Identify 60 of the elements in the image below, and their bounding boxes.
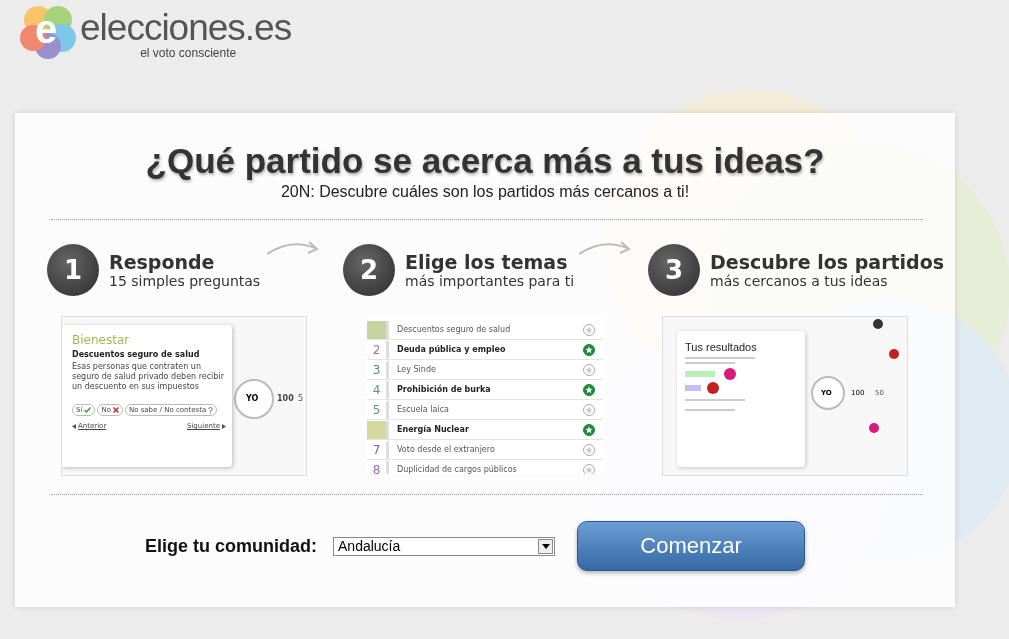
topic-number: 4 [367, 380, 389, 399]
start-button[interactable]: Comenzar [577, 521, 805, 571]
topic-label: Prohibición de burka [397, 385, 492, 394]
region-dropdown[interactable]: Andalucía [333, 536, 555, 556]
triangle-right-icon [222, 423, 226, 429]
site-tagline: el voto consciente [140, 46, 237, 60]
star-icon[interactable] [583, 383, 595, 396]
curved-arrow-icon [577, 238, 633, 258]
topic-label: Energía Nuclear [397, 425, 470, 434]
party-icon [889, 349, 899, 359]
question-title: Descuentos seguro de salud [72, 350, 201, 359]
step-subtitle: más cercanos a tus ideas [710, 273, 889, 289]
star-icon[interactable] [583, 323, 595, 336]
party-icon [873, 319, 883, 329]
party-icon [869, 423, 879, 433]
step-title: Descubre los partidos [710, 251, 945, 273]
logo-letter: e [35, 6, 58, 53]
topic-label: Duplicidad de cargos públicos [397, 465, 518, 474]
topic-number: 2 [367, 340, 389, 359]
category-title: Bienestar [72, 333, 131, 347]
page-title: ¿Qué partido se acerca más a tus ideas? [144, 141, 826, 181]
dial-label: YO [246, 394, 259, 403]
site-wordmark: elecciones.es [80, 10, 292, 46]
star-icon[interactable] [583, 443, 595, 456]
step-subtitle: más importantes para ti [405, 273, 575, 289]
star-icon[interactable] [583, 343, 595, 356]
step-number: 2 [343, 244, 395, 296]
step-subtitle: 15 simples preguntas [109, 273, 261, 289]
cross-icon [112, 407, 119, 413]
star-icon[interactable] [583, 403, 595, 416]
check-icon [84, 407, 92, 413]
dial-label: 5 [298, 394, 304, 403]
topic-label: Escuela laica [397, 405, 450, 414]
star-icon[interactable] [583, 363, 595, 376]
topic-number: 5 [367, 400, 389, 419]
topic-label: Descuentos seguro de salud [397, 325, 512, 334]
step-number: 1 [47, 244, 99, 296]
region-label: Elige tu comunidad: [145, 535, 317, 557]
caret-icon [538, 538, 553, 554]
dial-label: 100 [277, 394, 294, 403]
question-text: Esas personas que contraten un seguro de salud privado deben recibir un descuento en sus impuestos [72, 362, 225, 392]
step-number: 3 [648, 244, 700, 296]
topic-number: 3 [367, 360, 389, 379]
topic-label: Voto desde el extranjero [397, 445, 496, 454]
star-icon[interactable] [583, 463, 595, 474]
curved-arrow-icon [265, 238, 321, 258]
topic-label: Deuda pública y empleo [397, 345, 507, 354]
topic-number: 8 [367, 460, 389, 474]
results-title: Tus resultados [685, 341, 758, 353]
question-mark-icon [208, 406, 214, 414]
topic-label: Ley Sinde [397, 365, 437, 374]
star-icon[interactable] [583, 423, 595, 436]
dial-circle-drawing [234, 379, 274, 419]
logo-icon [20, 4, 76, 60]
triangle-left-icon [72, 423, 76, 429]
topic-number: 7 [367, 440, 389, 459]
step-title: Responde [109, 251, 216, 273]
dial-circle-drawing [811, 376, 845, 410]
page-subtitle: 20N: Descubre cuáles son los partidos más cercanos a ti! [279, 183, 691, 201]
step-title: Elige los temas [405, 251, 569, 273]
